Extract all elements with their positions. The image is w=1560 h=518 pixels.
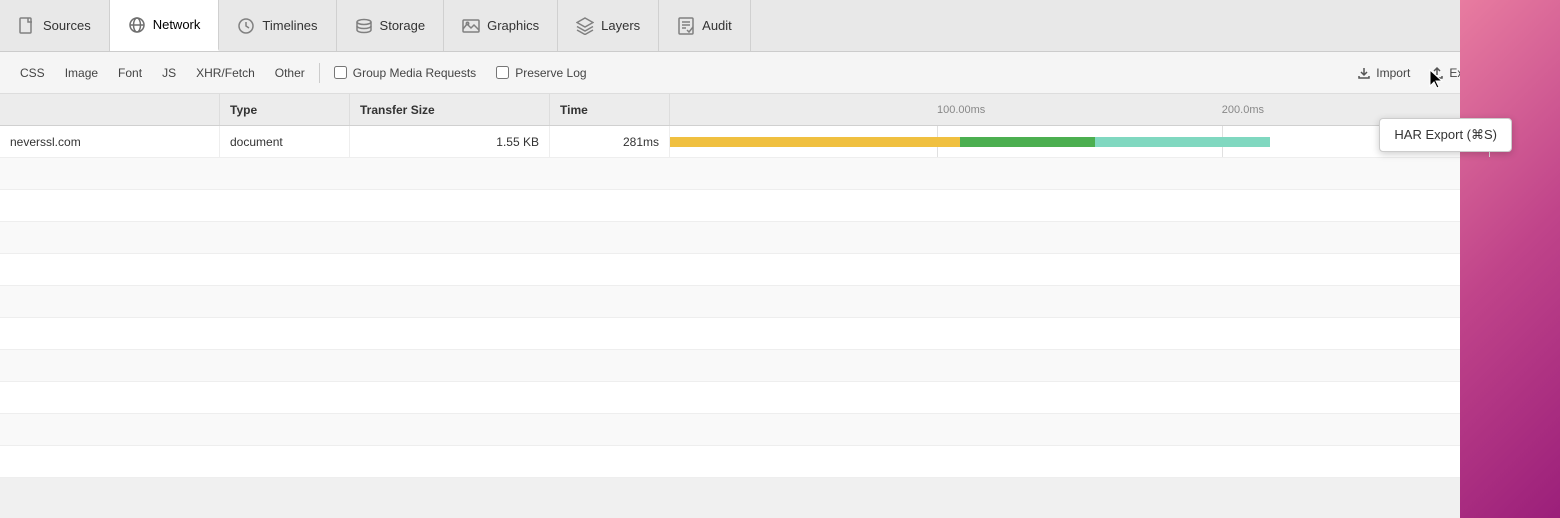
row-size: 1.55 KB bbox=[350, 126, 550, 157]
col-header-type[interactable]: Type bbox=[220, 94, 350, 125]
filter-js[interactable]: JS bbox=[152, 62, 186, 84]
col-header-time[interactable]: Time bbox=[550, 94, 670, 125]
filter-font[interactable]: Font bbox=[108, 62, 152, 84]
file-icon bbox=[18, 17, 36, 35]
tab-spacer bbox=[751, 0, 1474, 51]
empty-row bbox=[0, 446, 1560, 478]
row-time: 281ms bbox=[550, 126, 670, 157]
tab-network-label: Network bbox=[153, 17, 201, 32]
table-row[interactable]: neverssl.com document 1.55 KB 281ms bbox=[0, 126, 1560, 158]
row-type: document bbox=[220, 126, 350, 157]
bar-yellow bbox=[670, 137, 960, 147]
tab-timelines-label: Timelines bbox=[262, 18, 317, 33]
tab-layers-label: Layers bbox=[601, 18, 640, 33]
tab-bar: Sources Network Timelines Storage Graphi… bbox=[0, 0, 1560, 52]
audit-icon bbox=[677, 17, 695, 35]
tab-storage-label: Storage bbox=[380, 18, 426, 33]
network-icon bbox=[128, 16, 146, 34]
row-name: neverssl.com bbox=[0, 126, 220, 157]
empty-row bbox=[0, 286, 1560, 318]
filter-bar: CSS Image Font JS XHR/Fetch Other Group … bbox=[0, 52, 1560, 94]
empty-row bbox=[0, 318, 1560, 350]
image-icon bbox=[462, 17, 480, 35]
empty-row bbox=[0, 222, 1560, 254]
tab-sources-label: Sources bbox=[43, 18, 91, 33]
layers-icon bbox=[576, 17, 594, 35]
tab-graphics[interactable]: Graphics bbox=[444, 0, 558, 51]
cursor-icon bbox=[1428, 68, 1446, 92]
tab-audit[interactable]: Audit bbox=[659, 0, 751, 51]
tab-timelines[interactable]: Timelines bbox=[219, 0, 336, 51]
preserve-log-checkbox[interactable] bbox=[496, 66, 509, 79]
empty-row bbox=[0, 254, 1560, 286]
empty-row bbox=[0, 414, 1560, 446]
timeline-bars bbox=[670, 137, 1270, 147]
cursor bbox=[1428, 68, 1440, 86]
tab-sources[interactable]: Sources bbox=[0, 0, 110, 51]
col-header-name bbox=[0, 94, 220, 125]
tab-network[interactable]: Network bbox=[110, 0, 220, 51]
preserve-log-checkbox-label[interactable]: Preserve Log bbox=[486, 62, 596, 84]
bar-green bbox=[960, 137, 1095, 147]
col-header-size[interactable]: Transfer Size bbox=[350, 94, 550, 125]
filter-css[interactable]: CSS bbox=[10, 62, 55, 84]
filter-image[interactable]: Image bbox=[55, 62, 108, 84]
empty-row bbox=[0, 190, 1560, 222]
tab-audit-label: Audit bbox=[702, 18, 732, 33]
tab-storage[interactable]: Storage bbox=[337, 0, 445, 51]
filter-separator bbox=[319, 63, 320, 83]
empty-row bbox=[0, 350, 1560, 382]
tab-layers[interactable]: Layers bbox=[558, 0, 659, 51]
filter-xhr[interactable]: XHR/Fetch bbox=[186, 62, 265, 84]
import-button[interactable]: Import bbox=[1347, 62, 1420, 84]
empty-row bbox=[0, 382, 1560, 414]
tab-graphics-label: Graphics bbox=[487, 18, 539, 33]
har-export-tooltip: HAR Export (⌘S) bbox=[1379, 118, 1512, 152]
timeline-marker-2: 200.0ms bbox=[1222, 104, 1264, 116]
filter-other[interactable]: Other bbox=[265, 62, 315, 84]
right-gradient-panel bbox=[1460, 0, 1560, 518]
timeline-marker-1: 100.00ms bbox=[937, 104, 985, 116]
empty-row bbox=[0, 158, 1560, 190]
table-body: neverssl.com document 1.55 KB 281ms bbox=[0, 126, 1560, 518]
import-icon bbox=[1357, 66, 1371, 80]
clock-icon bbox=[237, 17, 255, 35]
storage-icon bbox=[355, 17, 373, 35]
group-media-checkbox-label[interactable]: Group Media Requests bbox=[324, 62, 486, 84]
group-media-checkbox[interactable] bbox=[334, 66, 347, 79]
bar-teal bbox=[1095, 137, 1270, 147]
table-header: Type Transfer Size Time 100.00ms 200.0ms bbox=[0, 94, 1560, 126]
